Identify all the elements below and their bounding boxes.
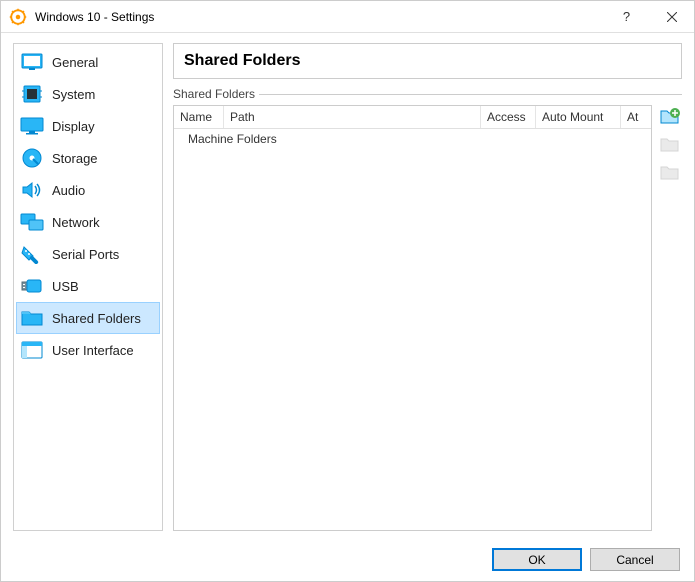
sidebar-label: Storage: [52, 151, 98, 166]
table-header: Name Path Access Auto Mount At: [174, 106, 651, 129]
column-access[interactable]: Access: [481, 106, 536, 128]
folder-action-buttons: [658, 105, 682, 531]
app-icon: [9, 8, 27, 26]
settings-sidebar: General System Display Storage Audio Net…: [13, 43, 163, 531]
sidebar-item-audio[interactable]: Audio: [16, 174, 160, 206]
serial-icon: [20, 242, 44, 266]
dialog-footer: OK Cancel: [492, 548, 680, 571]
add-folder-button[interactable]: [658, 105, 682, 129]
sidebar-label: System: [52, 87, 95, 102]
sidebar-label: Display: [52, 119, 95, 134]
column-auto-mount[interactable]: Auto Mount: [536, 106, 621, 128]
sidebar-item-shared-folders[interactable]: Shared Folders: [16, 302, 160, 334]
column-at[interactable]: At: [621, 106, 651, 128]
column-path[interactable]: Path: [224, 106, 481, 128]
folder-icon: [20, 306, 44, 330]
edit-folder-button: [658, 133, 682, 157]
sidebar-label: General: [52, 55, 98, 70]
ok-button[interactable]: OK: [492, 548, 582, 571]
cancel-button[interactable]: Cancel: [590, 548, 680, 571]
usb-icon: [20, 274, 44, 298]
sidebar-label: Serial Ports: [52, 247, 119, 262]
column-name[interactable]: Name: [174, 106, 224, 128]
titlebar: Windows 10 - Settings ?: [1, 1, 694, 33]
sidebar-item-serial[interactable]: Serial Ports: [16, 238, 160, 270]
remove-folder-button: [658, 161, 682, 185]
machine-folders-group[interactable]: Machine Folders: [174, 129, 651, 149]
audio-icon: [20, 178, 44, 202]
page-title: Shared Folders: [173, 43, 682, 79]
storage-icon: [20, 146, 44, 170]
sidebar-item-usb[interactable]: USB: [16, 270, 160, 302]
display-icon: [20, 114, 44, 138]
sidebar-item-network[interactable]: Network: [16, 206, 160, 238]
window-title: Windows 10 - Settings: [35, 10, 604, 24]
general-icon: [20, 50, 44, 74]
help-button[interactable]: ?: [604, 1, 649, 33]
sidebar-item-general[interactable]: General: [16, 46, 160, 78]
group-label: Shared Folders: [173, 87, 682, 101]
sidebar-item-display[interactable]: Display: [16, 110, 160, 142]
main-panel: Shared Folders Shared Folders Name Path …: [173, 43, 682, 531]
shared-folders-table[interactable]: Name Path Access Auto Mount At Machine F…: [173, 105, 652, 531]
sidebar-item-storage[interactable]: Storage: [16, 142, 160, 174]
sidebar-item-user-interface[interactable]: User Interface: [16, 334, 160, 366]
sidebar-item-system[interactable]: System: [16, 78, 160, 110]
sidebar-label: USB: [52, 279, 79, 294]
sidebar-label: Network: [52, 215, 100, 230]
network-icon: [20, 210, 44, 234]
close-button[interactable]: [649, 1, 694, 33]
sidebar-label: Audio: [52, 183, 85, 198]
ui-icon: [20, 338, 44, 362]
sidebar-label: Shared Folders: [52, 311, 141, 326]
system-icon: [20, 82, 44, 106]
sidebar-label: User Interface: [52, 343, 134, 358]
